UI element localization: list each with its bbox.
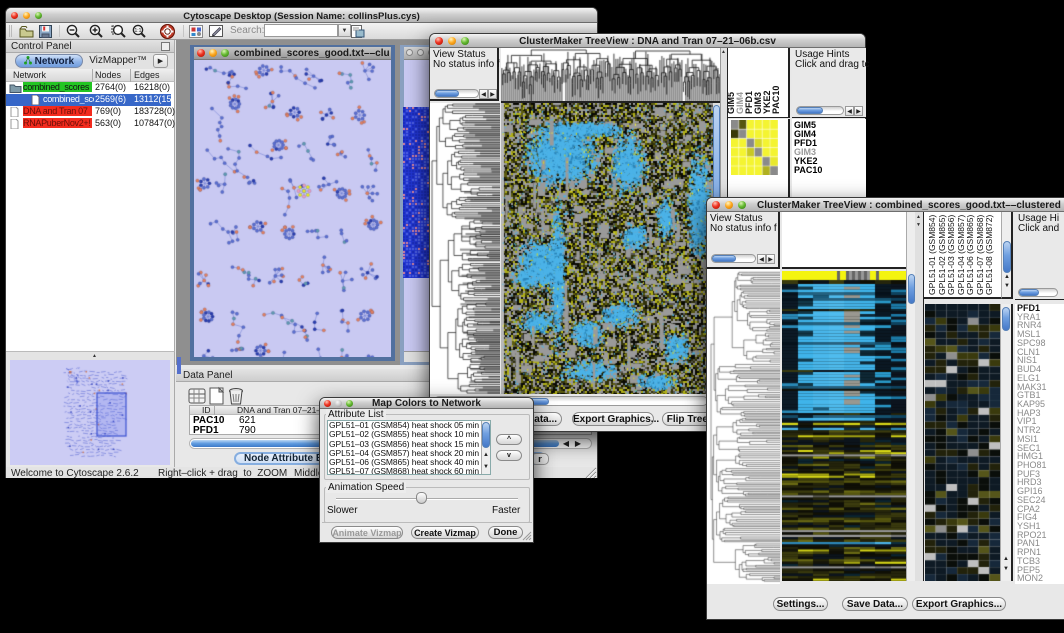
svg-text:1:1: 1:1 <box>135 28 142 34</box>
